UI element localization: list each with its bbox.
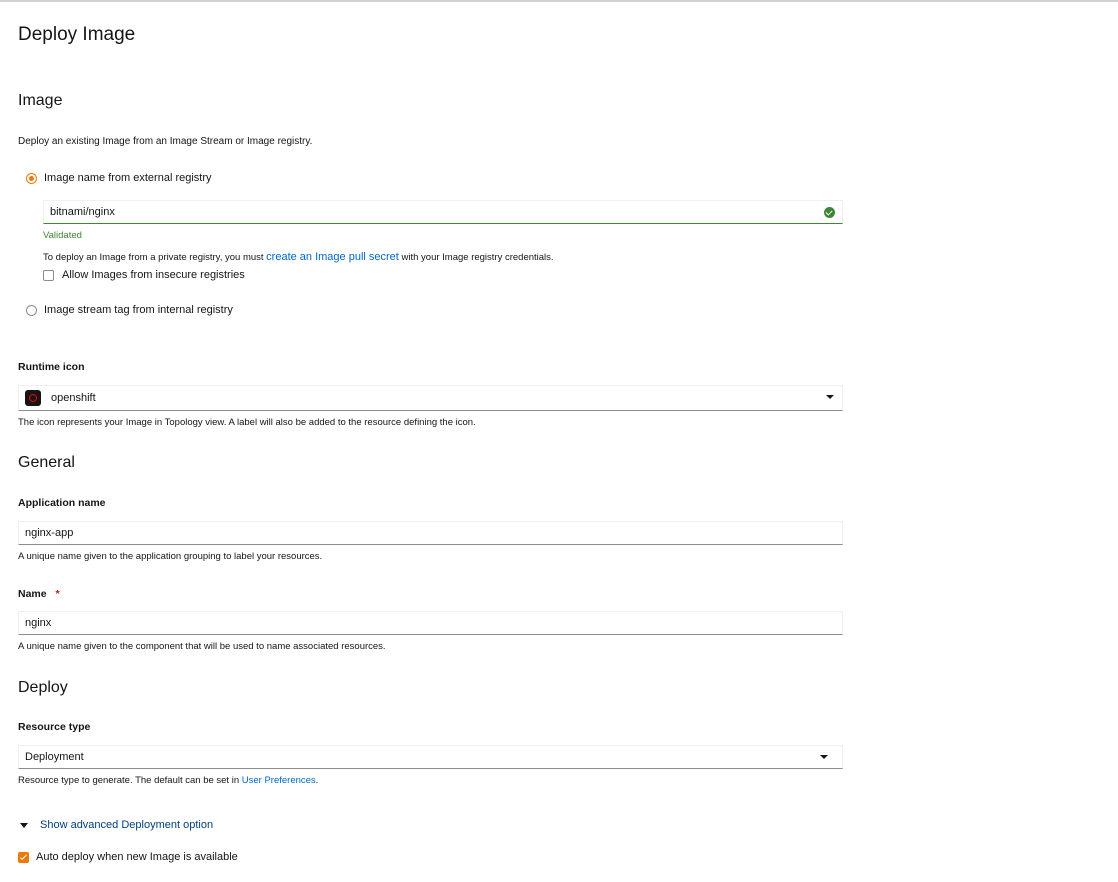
page-title: Deploy Image (18, 24, 136, 45)
private-help-text-1: To deploy an Image from a private regist… (43, 252, 267, 263)
radio-internal-label: Image stream tag from internal registry (44, 304, 233, 316)
openshift-icon (25, 390, 41, 406)
validated-text: Validated (43, 230, 82, 241)
application-name-input[interactable]: nginx-app (18, 521, 843, 545)
resource-type-help: Resource type to generate. The default c… (18, 775, 318, 787)
insecure-registries-checkbox[interactable] (43, 269, 54, 281)
user-preferences-link[interactable]: User Preferences (242, 775, 316, 786)
application-name-help: A unique name given to the application g… (18, 551, 323, 562)
application-name-label: Application name (18, 497, 106, 509)
radio-internal-indicator[interactable] (26, 304, 37, 316)
radio-external-registry[interactable]: Image name from external registry (26, 171, 212, 185)
runtime-icon-value: openshift (51, 392, 96, 404)
image-name-input[interactable]: bitnami/nginx (43, 200, 843, 224)
radio-internal-registry[interactable]: Image stream tag from internal registry (26, 303, 233, 317)
advanced-deployment-toggle-label[interactable]: Show advanced Deployment option (40, 819, 213, 831)
auto-deploy-row[interactable]: Auto deploy when new Image is available (18, 851, 238, 863)
private-registry-help: To deploy an Image from a private regist… (43, 251, 554, 264)
resource-type-value: Deployment (25, 751, 84, 763)
radio-external-indicator[interactable] (26, 172, 37, 184)
name-help: A unique name given to the component tha… (18, 641, 386, 652)
auto-deploy-label: Auto deploy when new Image is available (36, 851, 238, 863)
required-marker: * (55, 588, 60, 600)
chevron-down-icon (820, 755, 828, 759)
insecure-registries-label: Allow Images from insecure registries (62, 269, 245, 281)
resource-type-label: Resource type (18, 721, 91, 733)
application-name-value: nginx-app (25, 527, 74, 539)
image-section-heading: Image (18, 92, 63, 109)
general-heading: General (18, 454, 75, 471)
check-circle-icon (824, 207, 835, 218)
auto-deploy-checkbox[interactable] (18, 851, 29, 863)
name-label: Name (18, 588, 47, 600)
name-value: nginx (25, 617, 52, 629)
deploy-heading: Deploy (18, 679, 68, 696)
name-input[interactable]: nginx (18, 611, 843, 635)
create-pull-secret-link[interactable]: create an Image pull secret (266, 251, 399, 263)
top-divider (0, 0, 1118, 2)
caret-down-icon (20, 822, 28, 828)
name-label-row: Name * (18, 587, 60, 601)
insecure-registries-checkbox-row[interactable]: Allow Images from insecure registries (43, 269, 245, 281)
chevron-down-icon (826, 395, 834, 399)
image-section-description: Deploy an existing Image from an Image S… (18, 136, 313, 147)
resource-help-period: . (315, 775, 319, 786)
radio-external-label: Image name from external registry (44, 172, 212, 184)
resource-help-text: Resource type to generate. The default c… (18, 775, 242, 786)
resource-type-select[interactable]: Deployment (18, 745, 843, 769)
runtime-icon-label: Runtime icon (18, 361, 85, 373)
runtime-icon-select[interactable]: openshift (18, 385, 843, 411)
private-help-text-2: with your Image registry credentials. (398, 252, 554, 263)
runtime-icon-help: The icon represents your Image in Topolo… (18, 417, 476, 428)
advanced-deployment-toggle[interactable]: Show advanced Deployment option (20, 818, 213, 832)
image-name-value: bitnami/nginx (50, 206, 115, 218)
